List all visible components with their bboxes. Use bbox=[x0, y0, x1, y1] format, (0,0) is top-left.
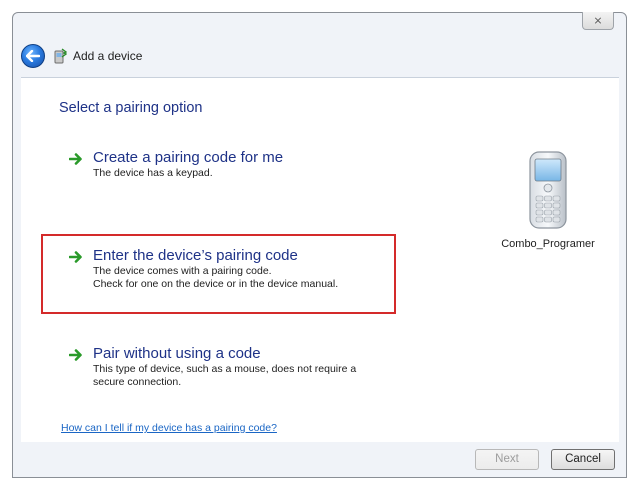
add-device-window: ⨯ Add a device Select a pairing option C… bbox=[12, 12, 627, 478]
close-icon: ⨯ bbox=[593, 14, 603, 27]
footer-bar: Next Cancel bbox=[13, 443, 626, 477]
cancel-button[interactable]: Cancel bbox=[551, 449, 615, 470]
option-no-code[interactable]: Pair without using a code This type of d… bbox=[69, 344, 356, 389]
content-panel: Select a pairing option Create a pairing… bbox=[21, 77, 619, 442]
back-button[interactable] bbox=[21, 44, 45, 68]
window-title: Add a device bbox=[73, 49, 143, 63]
page-heading: Select a pairing option bbox=[59, 100, 203, 116]
close-button[interactable]: ⨯ bbox=[582, 12, 614, 30]
device-name: Combo_Programer bbox=[501, 238, 595, 250]
title-bar: Add a device bbox=[21, 43, 142, 69]
option-title: Enter the device’s pairing code bbox=[93, 247, 298, 264]
mobile-phone-icon bbox=[529, 151, 567, 229]
option-enter-code[interactable]: Enter the device’s pairing code The devi… bbox=[69, 246, 338, 291]
device-tile[interactable]: Combo_Programer bbox=[493, 150, 603, 250]
green-arrow-icon bbox=[69, 153, 82, 165]
option-description: Check for one on the device or in the de… bbox=[93, 278, 339, 290]
option-description: The device has a keypad. bbox=[93, 167, 213, 179]
option-title: Pair without using a code bbox=[93, 345, 261, 362]
green-arrow-icon bbox=[69, 251, 82, 263]
next-button[interactable]: Next bbox=[475, 449, 539, 470]
bluetooth-device-icon bbox=[54, 48, 67, 64]
green-arrow-icon bbox=[69, 349, 82, 361]
back-arrow-icon bbox=[26, 50, 40, 62]
option-description: secure connection. bbox=[93, 376, 182, 388]
option-description: This type of device, such as a mouse, do… bbox=[93, 363, 357, 375]
option-title: Create a pairing code for me bbox=[93, 149, 284, 166]
help-link[interactable]: How can I tell if my device has a pairin… bbox=[61, 422, 277, 434]
option-create-code[interactable]: Create a pairing code for me The device … bbox=[69, 148, 283, 180]
option-description: The device comes with a pairing code. bbox=[93, 265, 272, 277]
